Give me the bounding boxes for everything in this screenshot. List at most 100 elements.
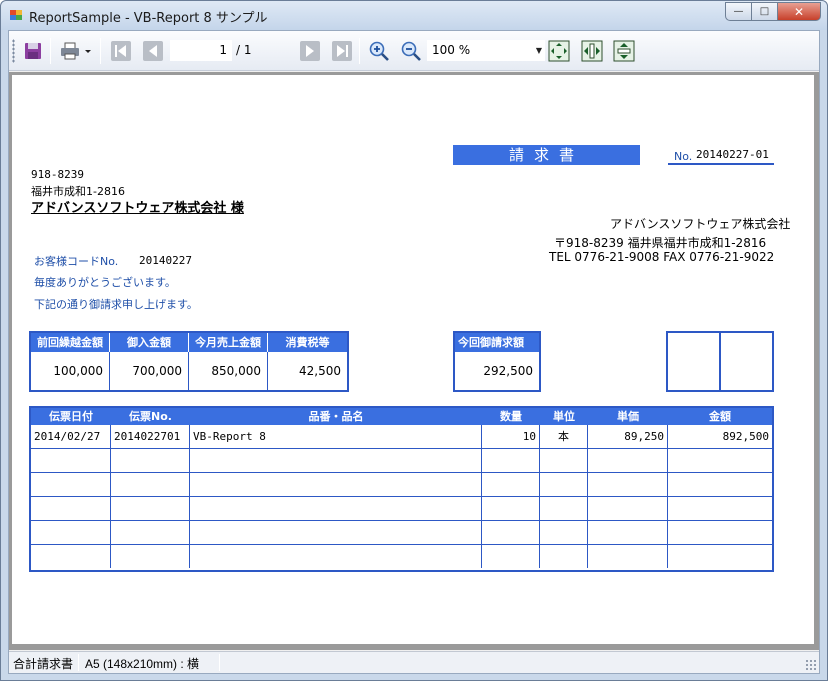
summary-header-cell: 御入金額 [110, 333, 189, 352]
current-page-input[interactable]: 1 [170, 40, 232, 61]
summary-value-cell: 100,000 [31, 352, 110, 390]
detail-header-quantity: 数量 [500, 410, 522, 423]
detail-cell-quantity [482, 497, 540, 520]
detail-cell-unit [540, 545, 588, 568]
status-divider [219, 654, 220, 671]
detail-cell-slip-date [31, 521, 111, 544]
detail-header-item-name: 品番・品名 [308, 410, 364, 423]
zoom-out-icon [401, 41, 421, 61]
summary-values: 100,000 700,000 850,000 42,500 [31, 352, 347, 390]
zoom-out-button[interactable] [399, 39, 423, 63]
prev-page-icon [143, 41, 163, 61]
title-bar[interactable]: ReportSample - VB-Report 8 サンプル — □ ✕ [1, 1, 827, 30]
close-button[interactable]: ✕ [777, 2, 821, 21]
detail-table: 伝票日付 伝票No. 品番・品名 数量 単位 単価 金額 2014/02/27 2014022… [29, 406, 774, 572]
invoice-no: 20140227-01 [696, 148, 769, 161]
report-page: 請求書 No. 20140227-01 918-8239 福井市成和1-2816… [12, 75, 814, 644]
table-row [31, 545, 772, 569]
detail-cell-unit: 本 [540, 425, 588, 448]
table-row: 2014/02/27 2014022701 VB-Report 8 10 本 89,250… [31, 425, 772, 449]
caption-buttons: — □ ✕ [725, 2, 821, 21]
detail-header-unit-price: 単価 [617, 410, 639, 423]
detail-header: 伝票日付 伝票No. 品番・品名 数量 単位 単価 金額 [31, 408, 772, 425]
summary-header: 前回繰越金額 御入金額 今月売上金額 消費税等 [31, 333, 347, 352]
toolbar-separator [100, 38, 101, 64]
prev-page-button[interactable] [141, 39, 165, 63]
customer-name: アドバンスソフトウェア株式会社 様 [31, 201, 244, 216]
detail-cell-amount [668, 497, 772, 520]
summary-header-cell: 前回繰越金額 [31, 333, 110, 352]
detail-cell-amount [668, 473, 772, 496]
detail-cell-quantity [482, 545, 540, 568]
first-page-icon [111, 41, 131, 61]
status-paper-size: A5 (148x210mm) : 横 [85, 657, 200, 671]
toolbar-grip[interactable] [12, 39, 15, 63]
detail-cell-amount [668, 545, 772, 568]
detail-cell-item-name: VB-Report 8 [190, 425, 482, 448]
zoom-select[interactable]: 100 % ▼ [427, 40, 545, 61]
detail-cell-unit-price [588, 521, 668, 544]
detail-cell-slip-no [111, 545, 190, 568]
zoom-in-button[interactable] [367, 39, 391, 63]
detail-cell-unit [540, 473, 588, 496]
summary-table: 前回繰越金額 御入金額 今月売上金額 消費税等 100,000 700,000 … [29, 331, 349, 392]
detail-cell-slip-date [31, 497, 111, 520]
detail-cell-item-name [190, 521, 482, 544]
first-page-button[interactable] [109, 39, 133, 63]
fit-page-icon [548, 40, 570, 62]
detail-cell-slip-no [111, 449, 190, 472]
invoice-no-label: No. [674, 150, 693, 163]
detail-cell-amount: 892,500 [722, 430, 769, 443]
toolbar-separator [50, 38, 51, 64]
next-page-icon [300, 41, 320, 61]
save-button[interactable] [21, 39, 45, 63]
detail-cell-slip-no [111, 497, 190, 520]
customer-zip: 918-8239 [31, 168, 84, 181]
last-page-button[interactable] [330, 39, 354, 63]
next-page-button[interactable] [298, 39, 322, 63]
detail-cell-unit-price [588, 449, 668, 472]
detail-cell-unit-price: 89,250 [588, 425, 668, 448]
detail-cell-slip-date [31, 473, 111, 496]
invoice-no-underline [668, 163, 774, 165]
print-button[interactable] [59, 39, 93, 63]
zoom-in-icon [369, 41, 389, 61]
report-preview-area[interactable]: 請求書 No. 20140227-01 918-8239 福井市成和1-2816… [9, 72, 819, 650]
minimize-button[interactable]: — [725, 2, 751, 21]
detail-cell-unit [540, 449, 588, 472]
viewer-toolbar: 1 / 1 100 % ▼ [9, 31, 819, 71]
detail-cell-unit [540, 497, 588, 520]
detail-cell-slip-no [111, 521, 190, 544]
detail-cell-item-name [190, 545, 482, 568]
summary-header-cell: 消費税等 [285, 336, 330, 349]
issuer-company-name: アドバンスソフトウェア株式会社 [610, 217, 791, 231]
fit-page-button[interactable] [547, 39, 571, 63]
fit-height-icon [613, 40, 635, 62]
detail-cell-unit-price [588, 473, 668, 496]
fit-height-button[interactable] [612, 39, 636, 63]
save-icon [25, 43, 41, 59]
zoom-value: 100 % [432, 43, 471, 57]
greeting-line-1: 毎度ありがとうございます。 [34, 276, 176, 289]
issuer-address: 〒918-8239 福井県福井市成和1-2816 [554, 236, 767, 250]
detail-cell-item-name [190, 473, 482, 496]
fit-width-button[interactable] [580, 39, 604, 63]
customer-code: 20140227 [139, 254, 192, 267]
resize-grip[interactable] [805, 659, 817, 671]
detail-cell-item-name [190, 449, 482, 472]
table-row [31, 473, 772, 497]
maximize-button[interactable]: □ [751, 2, 777, 21]
summary-header-cell: 今月売上金額 [189, 333, 268, 352]
issuer-phone: TEL 0776-21-9008 FAX 0776-21-9022 [549, 250, 775, 264]
stamp-box [666, 331, 774, 392]
detail-header-unit: 単位 [553, 410, 575, 423]
toolbar-separator [359, 38, 360, 64]
detail-cell-quantity [482, 521, 540, 544]
dropdown-arrow-icon: ▼ [535, 46, 542, 55]
status-report-name: 合計請求書 [13, 657, 74, 671]
detail-cell-unit-price [588, 497, 668, 520]
table-row [31, 449, 772, 473]
detail-cell-quantity [482, 449, 540, 472]
detail-cell-item-name [190, 497, 482, 520]
customer-code-label: お客様コードNo. [34, 255, 119, 268]
